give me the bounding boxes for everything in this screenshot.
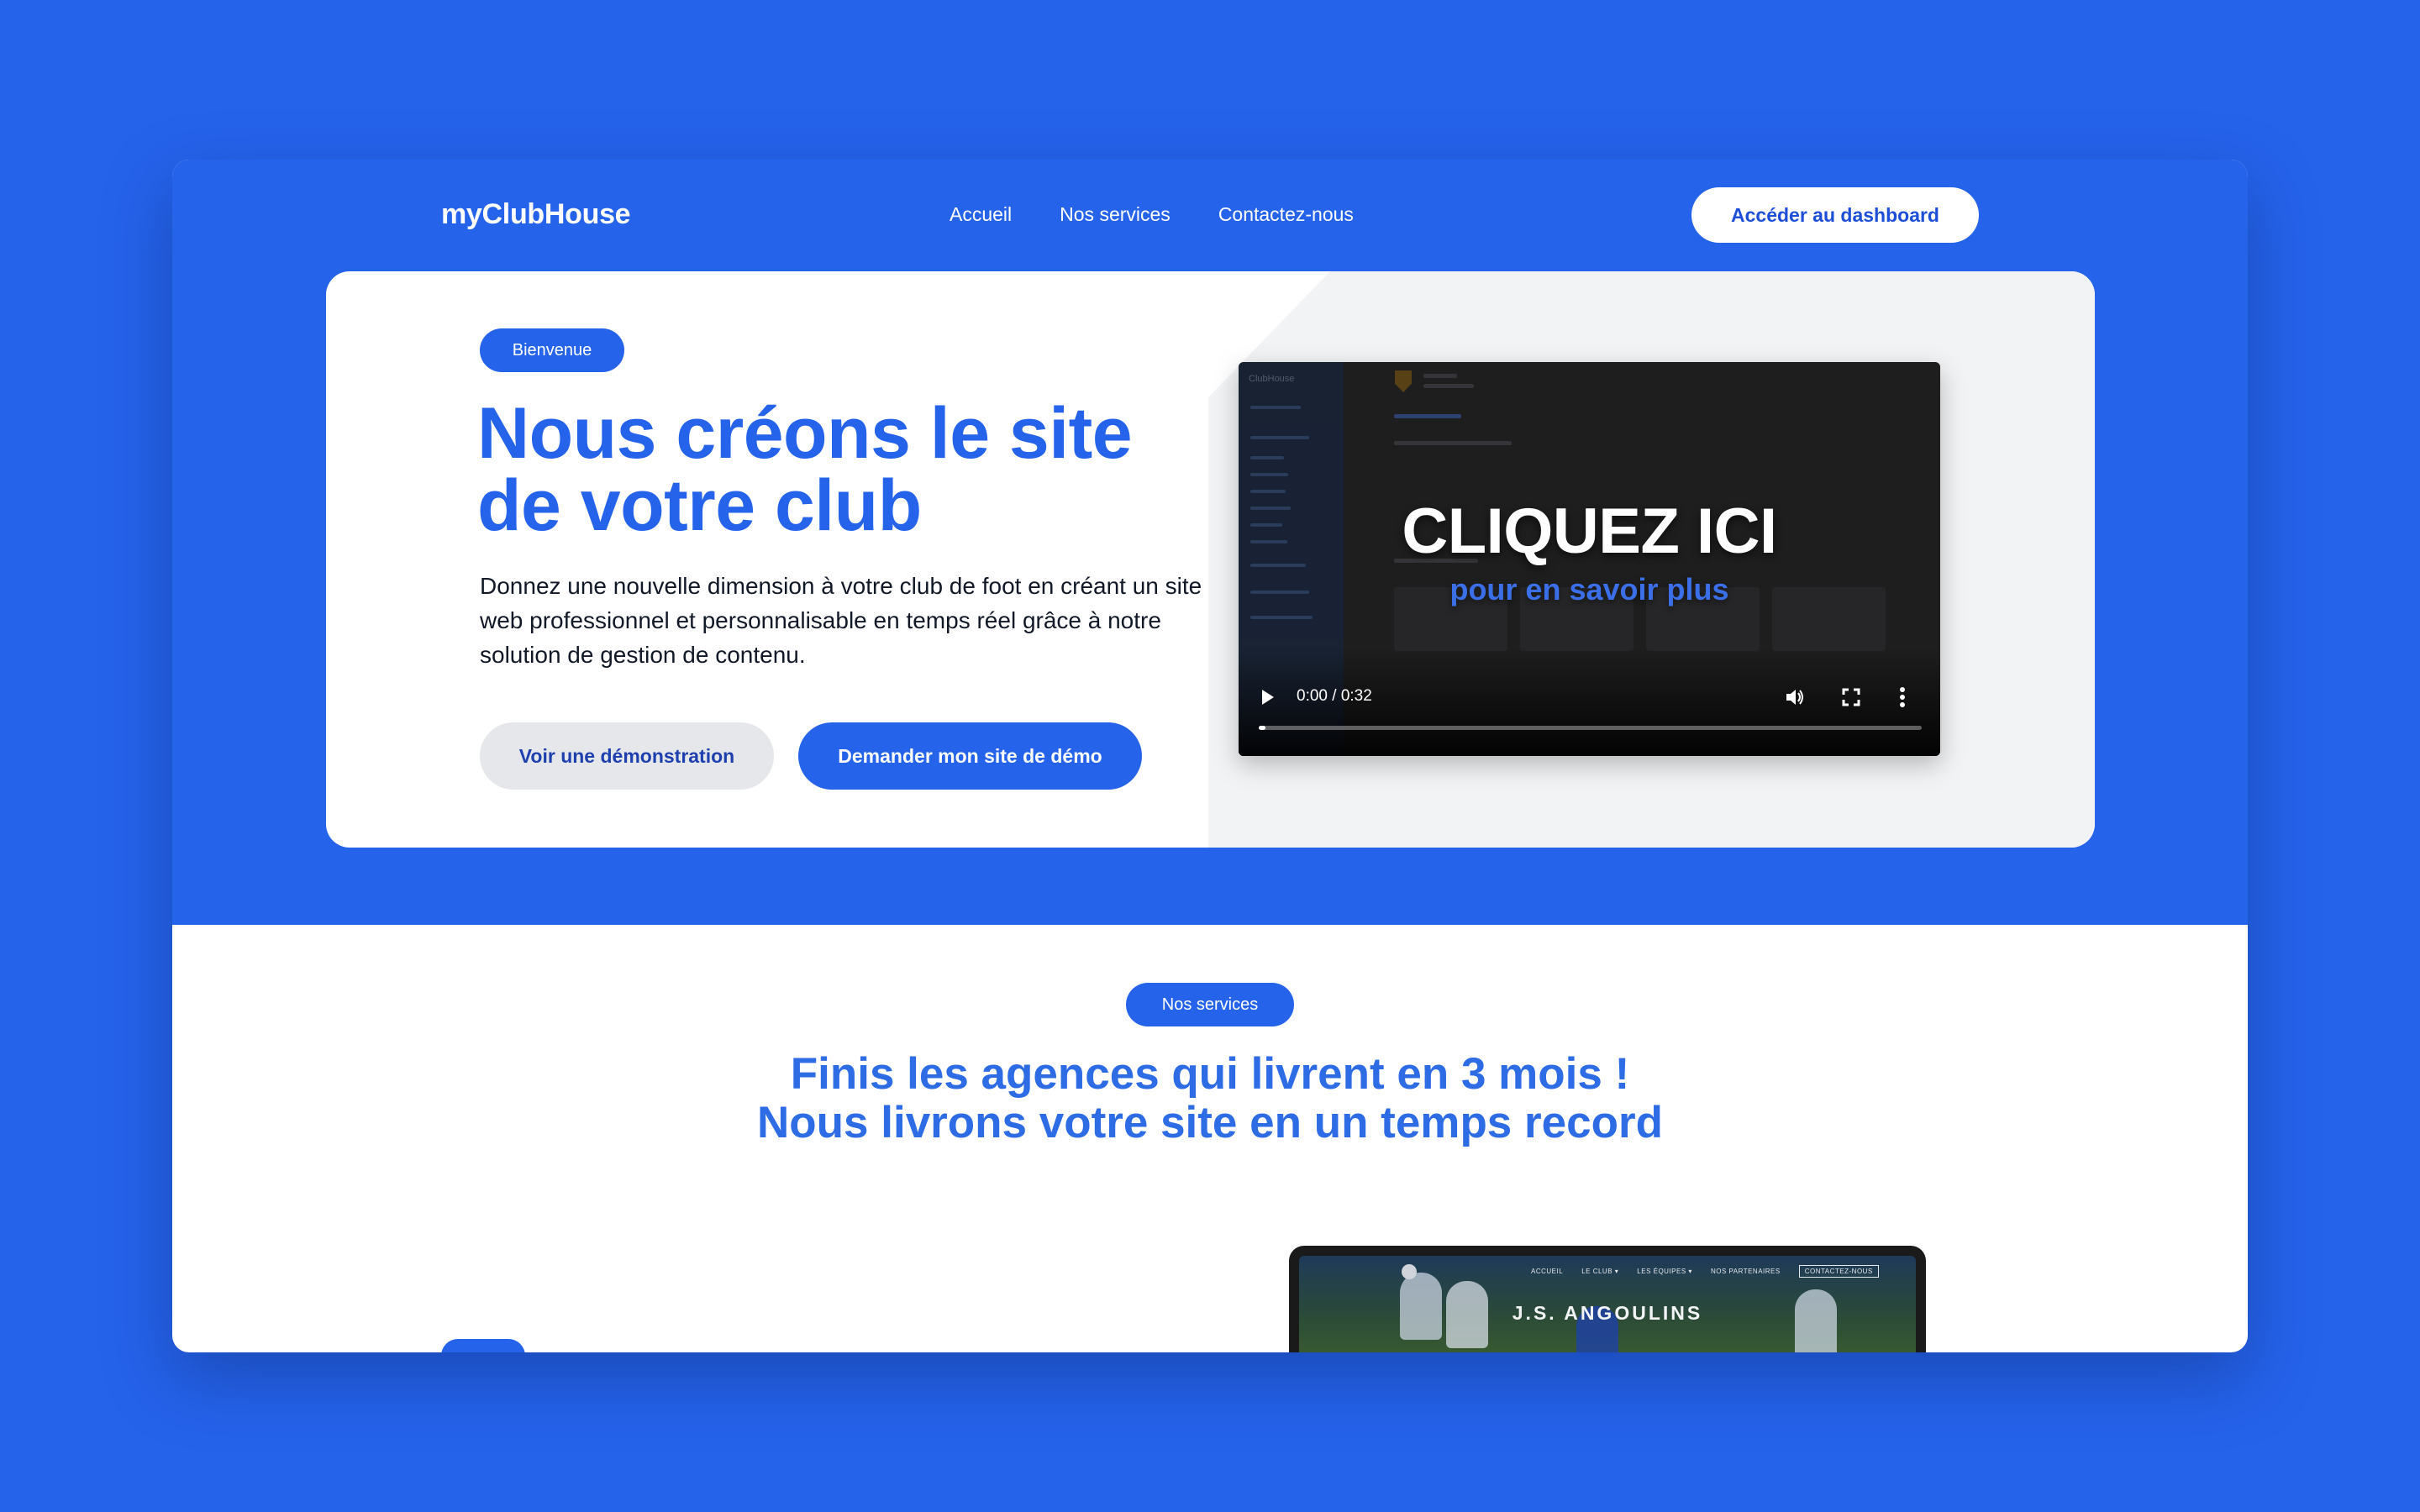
laptop-preview: ACCUEIL LE CLUB ▾ LES ÉQUIPES ▾ NOS PART… bbox=[1289, 1246, 1926, 1352]
more-options-icon[interactable] bbox=[1899, 686, 1906, 708]
video-subtitle: pour en savoir plus bbox=[1449, 572, 1729, 606]
video-time: 0:00 / 0:32 bbox=[1297, 687, 1372, 705]
hero-card: Bienvenue Nous créons le site de votre c… bbox=[326, 271, 2095, 848]
nav-link-services[interactable]: Nos services bbox=[1060, 203, 1171, 226]
site-logo[interactable]: myClubHouse bbox=[441, 198, 631, 231]
hero-description: Donnez une nouvelle dimension à votre cl… bbox=[480, 573, 1202, 668]
main-nav: Accueil Nos services Contactez-nous bbox=[950, 203, 1354, 226]
services-title-line1: Finis les agences qui livrent en 3 mois … bbox=[790, 1049, 1630, 1099]
services-title: Finis les agences qui livrent en 3 mois … bbox=[172, 1050, 2248, 1147]
partial-badge bbox=[441, 1339, 525, 1352]
hero-title-line2: de votre club bbox=[477, 465, 922, 546]
hero-title: Nous créons le site de votre club bbox=[477, 397, 1234, 542]
video-player[interactable]: ClubHouse CLIQUEZ ICI pour en savoir plu… bbox=[1239, 362, 1940, 756]
view-demo-button[interactable]: Voir une démonstration bbox=[480, 722, 774, 790]
video-progress-bar[interactable] bbox=[1259, 726, 1922, 730]
laptop-site-title: J.S. ANGOULINS bbox=[1512, 1302, 1703, 1324]
fullscreen-icon[interactable] bbox=[1842, 688, 1860, 706]
browser-frame: myClubHouse Accueil Nos services Contact… bbox=[172, 160, 2248, 1352]
request-demo-site-button[interactable]: Demander mon site de démo bbox=[798, 722, 1142, 790]
services-title-line2: Nous livrons votre site en un temps reco… bbox=[757, 1098, 1663, 1147]
play-icon[interactable] bbox=[1262, 690, 1274, 705]
hero-title-line1: Nous créons le site bbox=[477, 393, 1133, 474]
laptop-nav-item: NOS PARTENAIRES bbox=[1710, 1268, 1781, 1275]
services-badge: Nos services bbox=[1126, 983, 1294, 1026]
laptop-nav-item: ACCUEIL bbox=[1531, 1268, 1564, 1275]
laptop-nav-item: LE CLUB ▾ bbox=[1581, 1268, 1619, 1275]
laptop-screen: ACCUEIL LE CLUB ▾ LES ÉQUIPES ▾ NOS PART… bbox=[1299, 1256, 1916, 1352]
video-title: CLIQUEZ ICI bbox=[1402, 496, 1777, 567]
nav-link-contact[interactable]: Contactez-nous bbox=[1218, 203, 1354, 226]
welcome-badge: Bienvenue bbox=[480, 328, 624, 372]
nav-link-accueil[interactable]: Accueil bbox=[950, 203, 1012, 226]
club-logo-icon bbox=[1402, 1264, 1417, 1279]
dashboard-button[interactable]: Accéder au dashboard bbox=[1691, 187, 1979, 243]
laptop-site-nav: ACCUEIL LE CLUB ▾ LES ÉQUIPES ▾ NOS PART… bbox=[1531, 1265, 1879, 1278]
laptop-nav-item: CONTACTEZ-NOUS bbox=[1798, 1265, 1879, 1278]
volume-icon[interactable] bbox=[1785, 688, 1805, 706]
video-progress-fill bbox=[1259, 726, 1265, 730]
laptop-nav-item: LES ÉQUIPES ▾ bbox=[1637, 1268, 1692, 1275]
